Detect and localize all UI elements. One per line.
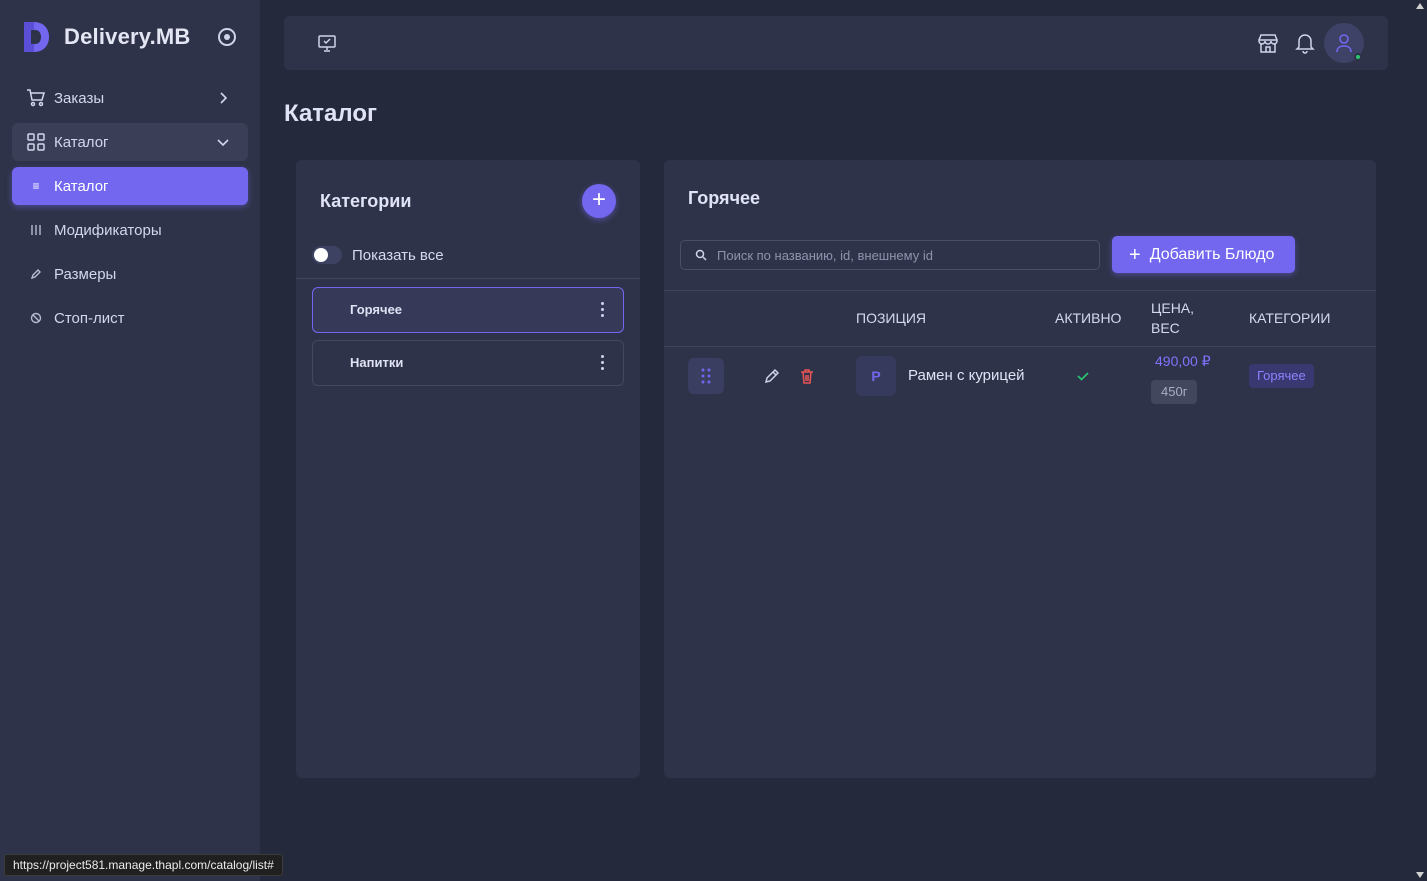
category-badge: Горячее	[1249, 364, 1314, 388]
column-header-position[interactable]: ПОЗИЦИЯ	[856, 308, 926, 328]
category-item-drinks[interactable]: Напитки	[312, 340, 624, 386]
add-category-button[interactable]: +	[582, 184, 616, 218]
categories-card: Категории + Показать все Горячее Напитки	[296, 160, 640, 778]
plus-icon: +	[1129, 243, 1141, 266]
sidebar-item-modifiers[interactable]: Модификаторы	[12, 211, 248, 249]
user-icon	[1336, 34, 1352, 53]
pencil-icon	[26, 264, 46, 284]
sidebar-item-sizes[interactable]: Размеры	[12, 255, 248, 293]
sidebar-item-label: Модификаторы	[54, 221, 162, 239]
category-item-hot[interactable]: Горячее	[312, 287, 624, 333]
table-divider	[664, 290, 1376, 291]
drag-handle[interactable]	[688, 358, 724, 394]
brand-logo-icon	[24, 22, 49, 52]
product-avatar: Р	[856, 356, 896, 396]
cart-icon	[26, 88, 46, 108]
scroll-down-arrow-icon[interactable]	[1416, 872, 1424, 878]
column-header-price[interactable]: ЦЕНА,	[1151, 298, 1194, 318]
sidebar-collapse-toggle-icon[interactable]	[218, 28, 236, 46]
products-title: Горячее	[688, 188, 761, 208]
kebab-menu-icon[interactable]	[601, 355, 605, 371]
ban-icon	[26, 308, 46, 328]
topbar	[284, 16, 1388, 70]
sidebar-item-catalog-group[interactable]: Каталог	[12, 123, 248, 161]
bell-icon[interactable]	[1295, 32, 1315, 54]
check-icon	[1077, 372, 1089, 381]
sidebar-item-catalog[interactable]: ≡ Каталог	[12, 167, 248, 205]
kebab-menu-icon[interactable]	[601, 302, 605, 318]
show-all-toggle[interactable]	[312, 246, 342, 264]
status-bar-url: https://project581.manage.thapl.com/cata…	[4, 854, 283, 876]
show-all-toggle-row[interactable]: Показать все	[312, 246, 444, 264]
product-price: 490,00 ₽	[1155, 353, 1211, 369]
sidebar: Delivery.MB Заказы Каталог ≡ Каталог Мод…	[0, 0, 260, 881]
add-dish-button[interactable]: + Добавить Блюдо	[1112, 236, 1295, 273]
page-title: Каталог	[284, 100, 377, 127]
sidebar-item-orders[interactable]: Заказы	[12, 79, 248, 117]
category-label: Горячее	[350, 302, 403, 317]
product-weight: 450г	[1151, 380, 1198, 404]
column-header-active[interactable]: АКТИВНО	[1055, 308, 1121, 328]
divider	[296, 278, 640, 279]
column-header-categories[interactable]: КАТЕГОРИИ	[1249, 308, 1330, 328]
search-box[interactable]	[680, 240, 1100, 270]
drag-dots-icon	[701, 368, 711, 384]
table-divider	[664, 346, 1376, 347]
sidebar-nav: Заказы Каталог ≡ Каталог Модификаторы Ра…	[12, 79, 248, 343]
sidebar-item-label: Каталог	[54, 133, 109, 151]
category-label: Напитки	[350, 355, 404, 370]
column-header-weight[interactable]: ВЕС	[1151, 318, 1180, 338]
add-dish-label: Добавить Блюдо	[1149, 245, 1275, 263]
chevron-down-icon	[217, 139, 229, 147]
chevron-right-icon	[220, 92, 228, 104]
grid-icon	[26, 132, 46, 152]
sidebar-item-label: Стоп-лист	[54, 309, 125, 327]
search-icon	[695, 249, 707, 261]
page-scrollbar[interactable]	[1413, 0, 1427, 881]
search-input[interactable]	[717, 247, 1087, 263]
product-name[interactable]: Рамен с курицей	[908, 367, 1025, 384]
brand[interactable]: Delivery.MB	[22, 20, 191, 54]
store-icon[interactable]	[1256, 31, 1280, 55]
sidebar-item-label: Каталог	[54, 177, 109, 195]
sidebar-item-label: Заказы	[54, 89, 105, 107]
avatar[interactable]	[1324, 23, 1364, 63]
presentation-icon[interactable]	[316, 32, 338, 54]
brand-name: Delivery.MB	[64, 24, 191, 49]
delete-trash-icon[interactable]	[798, 367, 816, 385]
products-card: Горячее + Добавить Блюдо ПОЗИЦИЯ АКТИВНО…	[664, 160, 1376, 778]
online-status-dot	[1354, 53, 1362, 61]
show-all-label: Показать все	[352, 246, 444, 264]
list-icon: ≡	[32, 179, 40, 193]
edit-pencil-icon[interactable]	[763, 367, 781, 385]
sidebar-item-label: Размеры	[54, 265, 117, 283]
scroll-up-arrow-icon[interactable]	[1416, 3, 1424, 9]
sliders-icon	[26, 220, 46, 240]
categories-title: Категории	[320, 191, 412, 211]
sidebar-item-stop-list[interactable]: Стоп-лист	[12, 299, 248, 337]
